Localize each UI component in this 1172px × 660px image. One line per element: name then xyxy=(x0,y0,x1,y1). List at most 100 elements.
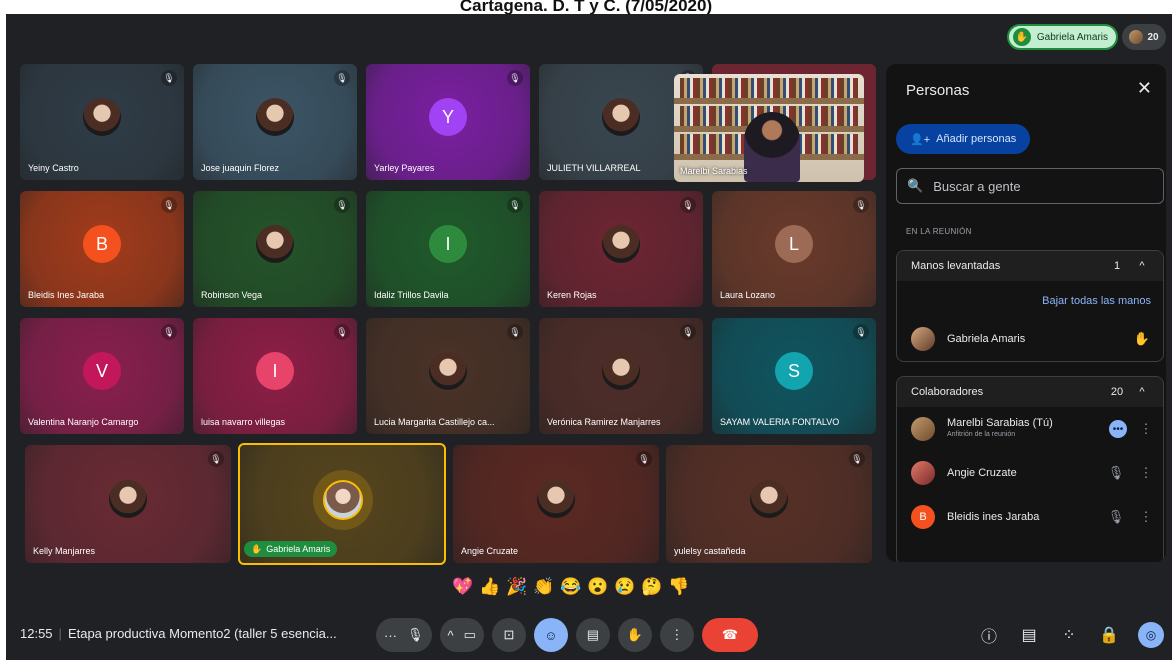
hand-icon[interactable]: ✋ xyxy=(1131,331,1153,347)
participant-tile[interactable]: 🎙 Verónica Ramirez Manjarres xyxy=(539,318,703,434)
list-item[interactable]: Gabriela Amaris ✋ xyxy=(897,317,1163,361)
participant-name: Robinson Vega xyxy=(201,290,263,300)
chat-icon[interactable]: ▤ xyxy=(1018,624,1040,646)
present-button[interactable]: ⊡ xyxy=(491,618,526,652)
participant-tile[interactable]: 🎙 Kelly Manjarres xyxy=(25,445,231,563)
participant-tile[interactable]: 🎙 yulelsy castañeda xyxy=(666,445,872,563)
lower-all-hands-link[interactable]: Bajar todas las manos xyxy=(897,281,1163,317)
raise-hand-button[interactable]: ✋ xyxy=(617,618,652,652)
participant-tile[interactable]: Y 🎙 Yarley Payares xyxy=(366,64,530,180)
meeting-info: 12:55 | Etapa productiva Momento2 (taller … xyxy=(20,626,337,641)
reaction-emoji[interactable]: 😂 xyxy=(560,577,581,597)
participant-tile[interactable]: L 🎙 Laura Lozano xyxy=(712,191,876,307)
participant-name: Yarley Payares xyxy=(374,163,435,173)
reaction-emoji[interactable]: 👏 xyxy=(533,577,554,597)
mic-off-icon: 🎙 xyxy=(161,70,177,86)
participant-tile[interactable]: I 🎙 luisa navarro villegas xyxy=(193,318,357,434)
participant-tile[interactable]: 🎙 Angie Cruzate xyxy=(453,445,659,563)
raised-hand-name: Gabriela Amaris xyxy=(1036,31,1108,43)
participants-count: 20 xyxy=(1147,31,1159,43)
list-item[interactable]: B Bleidis ines Jaraba 🎙 ⋮ xyxy=(897,495,1163,539)
people-panel: Personas ✕ 👤+ Añadir personas 🔍 EN LA RE… xyxy=(886,64,1166,562)
more-button[interactable]: ⋮ xyxy=(659,618,694,652)
mic-off-icon: 🎙 xyxy=(849,451,865,467)
group-label: Colaboradores xyxy=(911,386,984,398)
raised-hands-header[interactable]: Manos levantadas 1 ^ xyxy=(897,251,1163,281)
search-input[interactable] xyxy=(933,178,1134,194)
more-vert-icon[interactable]: ⋮ xyxy=(1139,509,1153,525)
camera-button[interactable]: ^ ▭ xyxy=(439,618,484,652)
end-call-button[interactable]: ☎ xyxy=(701,618,758,652)
avatar: B xyxy=(83,225,121,263)
participant-name: Yeiny Castro xyxy=(28,163,79,173)
captions-icon: ▤ xyxy=(586,627,600,642)
person-name: Angie Cruzate xyxy=(947,467,1017,479)
person-name: Gabriela Amaris xyxy=(947,333,1026,345)
search-field[interactable]: 🔍 xyxy=(896,168,1164,204)
avatar xyxy=(256,98,294,136)
reaction-emoji[interactable]: 😮 xyxy=(587,577,608,597)
list-item[interactable]: Marelbi Sarabias (Tú) Anfitrión de la reu… xyxy=(897,407,1163,451)
mic-off-icon: 🎙 xyxy=(161,324,177,340)
info-icon[interactable]: ⓘ xyxy=(978,624,1000,646)
reactions-button[interactable]: ☺ xyxy=(533,618,568,652)
mic-off-icon: 🎙 xyxy=(507,197,523,213)
more-vert-icon[interactable]: ⋮ xyxy=(1139,465,1153,481)
emoji-icon: ☺ xyxy=(544,627,558,643)
avatar xyxy=(537,480,575,518)
self-tile[interactable]: ✋ Gabriela Amaris xyxy=(238,443,446,565)
avatar xyxy=(429,352,467,390)
participant-tile[interactable]: I 🎙 Idaliz Trillos Davila xyxy=(366,191,530,307)
participant-tile[interactable]: 🎙 Lucia Margarita Castillejo ca... xyxy=(366,318,530,434)
captions-button[interactable]: ▤ xyxy=(575,618,610,652)
caption: Cartagena. D. T y C. (7/05/2020) xyxy=(459,0,713,14)
participants-chip[interactable]: 20 xyxy=(1122,24,1166,50)
participant-tile[interactable]: 🎙 Jose juaquin Florez xyxy=(193,64,357,180)
reaction-emoji[interactable]: 😢 xyxy=(614,577,635,597)
avatar: V xyxy=(83,352,121,390)
host-avatar-icon[interactable]: ◎ xyxy=(1138,622,1164,648)
reaction-emoji[interactable]: 💖 xyxy=(452,577,473,597)
participant-name: Jose juaquin Florez xyxy=(201,163,280,173)
avatar xyxy=(323,480,363,520)
participant-name: JULIETH VILLARREAL xyxy=(547,163,641,173)
camera-icon: ▭ xyxy=(463,627,476,642)
mic-off-icon: 🎙 xyxy=(853,197,869,213)
mic-button[interactable]: ··· 🎙 xyxy=(376,618,432,652)
participant-tile[interactable]: B 🎙 Bleidis Ines Jaraba xyxy=(20,191,184,307)
mic-off-icon: 🎙 xyxy=(853,324,869,340)
presenter-video[interactable]: Marelbi Sarabias xyxy=(674,74,864,182)
reaction-emoji[interactable]: 🎉 xyxy=(506,577,527,597)
participant-tile[interactable]: V 🎙 Valentina Naranjo Camargo xyxy=(20,318,184,434)
mic-icon: 🎙 xyxy=(407,627,424,642)
present-icon: ⊡ xyxy=(503,627,515,642)
hand-icon: ✋ xyxy=(251,543,263,554)
participant-tile[interactable]: S 🎙 SAYAM VALERIA FONTALVO xyxy=(712,318,876,434)
participant-name: luisa navarro villegas xyxy=(201,417,286,427)
mic-off-icon: 🎙 xyxy=(636,451,652,467)
collaborators-header[interactable]: Colaboradores 20 ^ xyxy=(897,377,1163,407)
participant-tile[interactable]: 🎙 Keren Rojas xyxy=(539,191,703,307)
reaction-emoji[interactable]: 👍 xyxy=(479,577,500,597)
raised-hand-chip[interactable]: ✋ Gabriela Amaris xyxy=(1006,24,1118,50)
activities-icon[interactable]: ⁘ xyxy=(1058,624,1080,646)
list-item[interactable]: Angie Cruzate 🎙 ⋮ xyxy=(897,451,1163,495)
participant-tile[interactable]: 🎙 Yeiny Castro xyxy=(20,64,184,180)
bookshelf xyxy=(680,78,858,98)
avatar xyxy=(109,480,147,518)
close-icon[interactable]: ✕ xyxy=(1137,78,1152,99)
participant-tile[interactable]: 🎙 Robinson Vega xyxy=(193,191,357,307)
avatar xyxy=(911,327,935,351)
phone-hangup-icon: ☎ xyxy=(721,627,739,642)
avatar xyxy=(83,98,121,136)
call-controls: ··· 🎙 ^ ▭ ⊡ ☺ ▤ ✋ ⋮ ☎ xyxy=(376,617,758,653)
more-vert-icon[interactable]: ⋮ xyxy=(1139,421,1153,437)
presenter-figure xyxy=(744,112,800,182)
reaction-emoji[interactable]: 🤔 xyxy=(641,577,662,597)
add-people-button[interactable]: 👤+ Añadir personas xyxy=(896,124,1031,154)
avatar: S xyxy=(775,352,813,390)
more-vert-icon: ⋮ xyxy=(670,627,684,642)
host-controls-icon[interactable]: 🔒 xyxy=(1098,624,1120,646)
reaction-emoji[interactable]: 👎 xyxy=(668,577,689,597)
participant-name: Keren Rojas xyxy=(547,290,597,300)
